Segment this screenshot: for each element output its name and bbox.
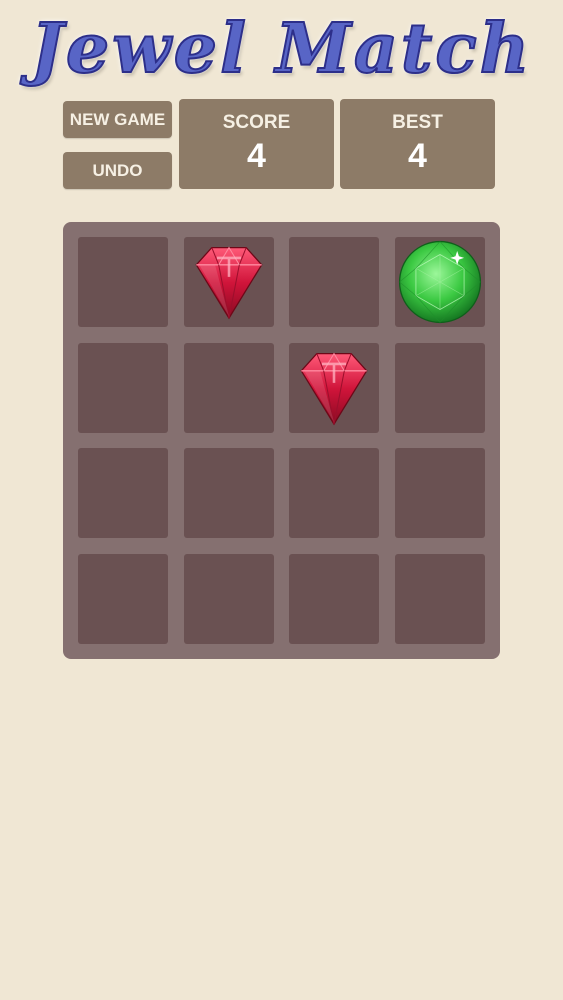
board-cell[interactable] (289, 554, 380, 644)
board-cell[interactable] (289, 448, 380, 539)
best-label: BEST (392, 112, 443, 133)
undo-button[interactable]: UNDO (63, 152, 172, 189)
game-title: Jewel Match (30, 8, 533, 90)
ruby-gem-icon (300, 352, 368, 426)
new-game-button[interactable]: NEW GAME (63, 101, 172, 138)
score-panel: SCORE 4 (179, 99, 334, 189)
game-board[interactable] (63, 222, 500, 659)
ruby-gem-icon (195, 246, 263, 320)
board-cell[interactable] (183, 237, 274, 327)
best-value: 4 (408, 137, 427, 175)
board-cell[interactable] (395, 448, 485, 539)
board-cell[interactable] (395, 554, 485, 644)
board-cell[interactable] (78, 237, 168, 327)
board-cell[interactable] (395, 342, 485, 433)
board-cell[interactable] (289, 342, 380, 433)
score-label: SCORE (222, 112, 291, 133)
board-cell[interactable] (395, 237, 485, 327)
board-cell[interactable] (289, 237, 380, 327)
score-value: 4 (247, 137, 266, 175)
board-cell[interactable] (78, 448, 168, 539)
board-cell[interactable] (78, 554, 168, 644)
board-cell[interactable] (78, 342, 168, 433)
best-panel: BEST 4 (340, 99, 495, 189)
board-cell[interactable] (183, 554, 274, 644)
board-cell[interactable] (183, 342, 274, 433)
board-cell[interactable] (183, 448, 274, 539)
emerald-gem-icon (398, 240, 482, 324)
